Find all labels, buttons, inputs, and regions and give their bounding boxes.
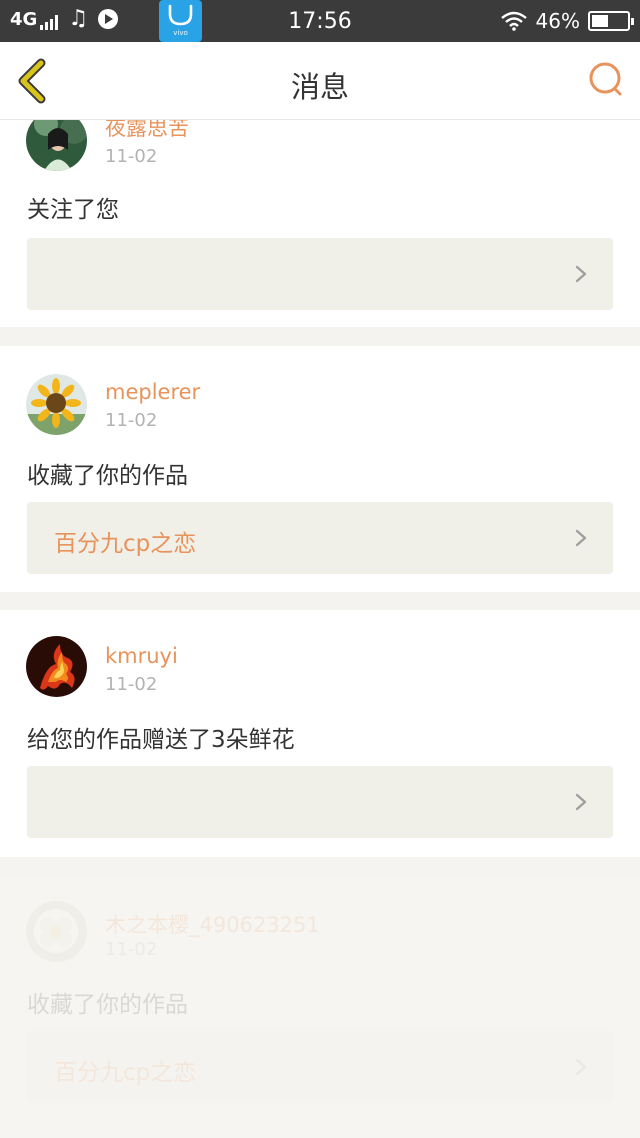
search-icon [589,62,622,96]
message-action: 给您的作品赠送了3朵鲜花 [27,727,295,753]
message-list[interactable]: 夜露思苦 11-02 关注了您 meplerer 11-02 收藏了你的作品 百… [0,120,640,1138]
battery-percent: 46% [535,9,580,33]
avatar[interactable] [26,374,87,435]
avatar[interactable] [26,901,87,962]
message-action: 关注了您 [27,197,119,223]
nav-bar: 消息 [0,42,640,120]
page-title: 消息 [290,70,349,104]
message-card: 木之本樱_490623251 11-02 收藏了你的作品 百分九cp之恋 [0,875,640,1138]
work-link[interactable]: 百分九cp之恋 [27,502,613,574]
message-card: kmruyi 11-02 给您的作品赠送了3朵鲜花 [0,610,640,857]
avatar[interactable] [26,120,87,171]
user-name[interactable]: 夜露思苦 [105,120,189,142]
wifi-icon [500,11,527,31]
battery-fill [592,15,608,27]
work-title: 百分九cp之恋 [54,1060,197,1086]
search-button[interactable] [586,60,626,100]
message-date: 11-02 [105,939,158,960]
chevron-right-icon [575,1058,587,1076]
work-link[interactable] [27,766,613,838]
message-date: 11-02 [105,410,158,431]
chevron-right-icon [575,265,587,283]
work-link[interactable] [27,238,613,310]
message-date: 11-02 [105,674,158,695]
user-name[interactable]: kmruyi [105,644,178,668]
message-date: 11-02 [105,146,158,167]
chevron-right-icon [575,793,587,811]
chevron-left-icon [18,58,46,104]
chevron-right-icon [575,529,587,547]
battery-icon [588,11,634,31]
status-bar: 4G ♫ vivo 17:56 46% [0,0,640,42]
work-link[interactable]: 百分九cp之恋 [27,1031,613,1103]
user-name[interactable]: 木之本樱_490623251 [105,909,320,939]
message-card: 夜露思苦 11-02 关注了您 [0,120,640,327]
back-button[interactable] [14,58,54,104]
message-card: meplerer 11-02 收藏了你的作品 百分九cp之恋 [0,346,640,592]
status-right: 46% [500,9,634,33]
user-name[interactable]: meplerer [105,380,200,404]
message-action: 收藏了你的作品 [27,992,188,1018]
work-title: 百分九cp之恋 [54,531,197,557]
message-action: 收藏了你的作品 [27,463,188,489]
avatar[interactable] [26,636,87,697]
